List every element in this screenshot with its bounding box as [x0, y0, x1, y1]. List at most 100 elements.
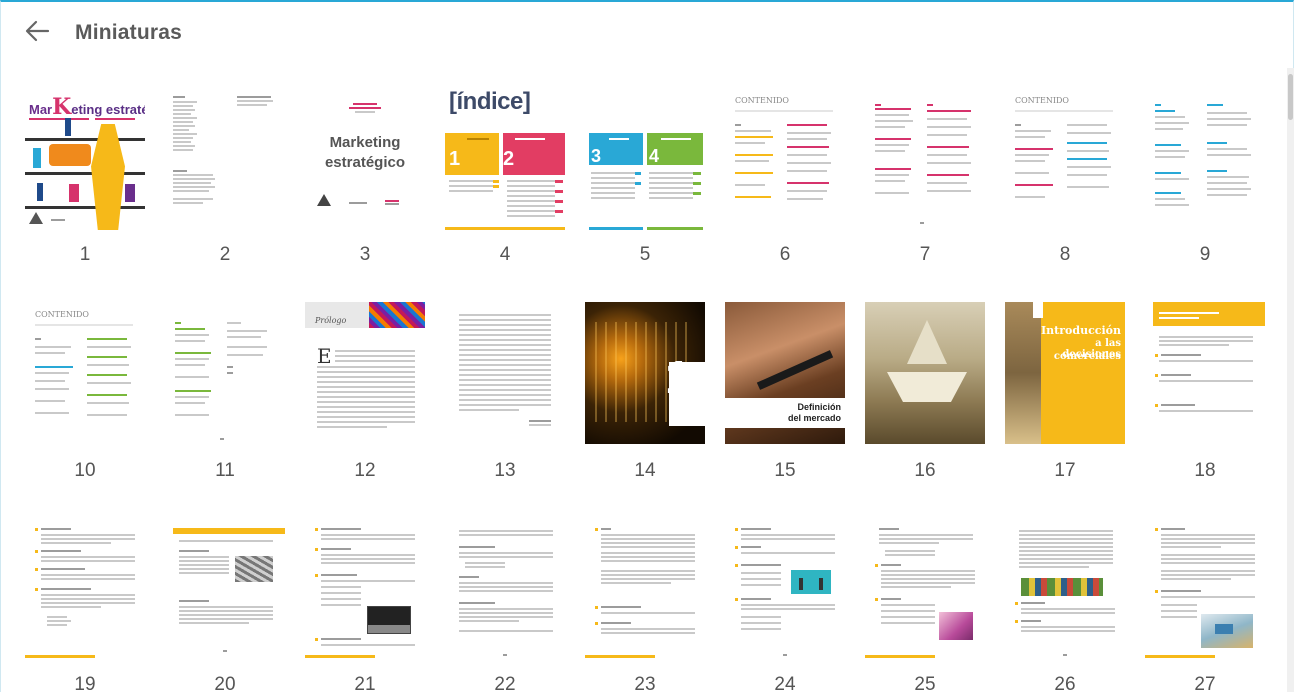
thumbnail-page-20[interactable]	[165, 520, 285, 662]
figure-element	[819, 578, 823, 590]
page-marker	[635, 182, 641, 185]
cover-title-k: K	[52, 94, 72, 120]
text-line	[41, 538, 135, 540]
page-footer-band	[305, 655, 375, 658]
text-line	[1207, 194, 1247, 196]
thumbnail-page-18[interactable]	[1145, 302, 1265, 444]
text-line	[1161, 604, 1197, 606]
thumbnail-page-19[interactable]	[25, 520, 145, 662]
text-line	[507, 205, 555, 207]
text-line	[173, 149, 193, 151]
cover-authors-2	[95, 118, 135, 120]
thumbnail-page-8[interactable]: CONTENIDO	[1005, 88, 1125, 230]
thumbnail-page-17[interactable]: Introducción a las decisiones comerciale…	[1005, 302, 1125, 444]
text-line	[1021, 602, 1045, 604]
rule	[1015, 110, 1113, 112]
text-line	[173, 170, 187, 172]
figure-photo	[939, 612, 973, 640]
thumbnail-page-15[interactable]: Definición del mercado	[725, 302, 845, 444]
bullet-marker	[735, 564, 738, 567]
text-line	[317, 381, 415, 383]
figure-element	[1215, 624, 1233, 634]
text-line	[173, 178, 215, 180]
header-pattern	[369, 302, 425, 328]
thumbnail-page-27[interactable]	[1145, 520, 1265, 662]
bullet-marker	[35, 550, 38, 553]
text-line	[459, 379, 551, 381]
text-line	[179, 572, 229, 574]
text-line	[741, 578, 781, 580]
thumbnail-page-10[interactable]: CONTENIDO	[25, 302, 145, 444]
text-line	[317, 391, 415, 393]
text-line	[1155, 104, 1161, 106]
drop-cap: E	[317, 344, 332, 368]
text-line	[741, 604, 835, 606]
chapter-title-line1: Introducción	[1041, 324, 1121, 337]
thumbnail-page-4[interactable]: [índice] 1 2	[445, 88, 565, 230]
thumbnail-page-22[interactable]	[445, 520, 565, 662]
text-line	[601, 560, 695, 562]
page-folio	[1063, 654, 1067, 656]
thumbnail-page-3[interactable]: Marketing estratégico	[305, 88, 425, 230]
text-line	[1207, 112, 1247, 114]
thumbnail-page-5[interactable]: 3 4	[585, 88, 705, 230]
text-line	[735, 154, 773, 156]
thumbnail-page-1[interactable]: MarKeting estratégico	[25, 88, 145, 230]
thumbnail-page-14[interactable]: 1	[585, 302, 705, 444]
text-line	[317, 386, 415, 388]
thumbnail-page-12[interactable]: Prólogo E	[305, 302, 425, 444]
text-line	[317, 376, 415, 378]
text-line	[41, 568, 85, 570]
thumbnail-page-26[interactable]	[1005, 520, 1125, 662]
thumbnail-page-21[interactable]	[305, 520, 425, 662]
text-line	[1155, 110, 1175, 112]
thumbnail-page-24[interactable]	[725, 520, 845, 662]
text-line	[875, 150, 905, 152]
text-line	[459, 556, 553, 558]
rule	[35, 324, 133, 326]
text-line	[87, 374, 127, 376]
thumbnail-page-7[interactable]	[865, 88, 985, 230]
text-line	[459, 586, 553, 588]
text-line	[881, 564, 901, 566]
text-line	[1159, 380, 1253, 382]
text-line	[927, 146, 969, 148]
text-line	[1019, 554, 1113, 556]
chapter-number: 1	[665, 351, 691, 403]
text-line	[335, 360, 415, 362]
text-line	[741, 572, 781, 574]
thumbnail-page-6[interactable]: CONTENIDO	[725, 88, 845, 230]
text-line	[1207, 170, 1227, 172]
page-number: 25	[914, 674, 936, 692]
text-line	[609, 138, 629, 140]
text-line	[601, 542, 695, 544]
text-line	[1021, 620, 1041, 622]
thumbnail-page-25[interactable]	[865, 520, 985, 662]
thumbnail-page-13[interactable]	[445, 302, 565, 444]
text-line	[41, 602, 135, 604]
page-number: 7	[919, 244, 931, 265]
text-line	[459, 339, 551, 341]
text-line	[173, 137, 193, 139]
text-line	[1159, 340, 1253, 342]
text-line	[321, 548, 351, 550]
text-line	[601, 578, 695, 580]
page-footer-band	[25, 655, 95, 658]
thumbnail-page-23[interactable]	[585, 520, 705, 662]
text-line	[1161, 570, 1255, 572]
laptop-photo	[367, 606, 411, 634]
text-line	[459, 319, 551, 321]
text-line	[735, 172, 773, 174]
thumbnail-page-2[interactable]	[165, 88, 285, 230]
text-line	[661, 138, 691, 140]
text-line	[173, 117, 197, 119]
text-line	[237, 96, 271, 98]
thumbnail-page-9[interactable]	[1145, 88, 1265, 230]
text-line	[1207, 124, 1247, 126]
thumbnail-page-16[interactable]	[865, 302, 985, 444]
page-footer-band	[647, 227, 703, 230]
text-line	[1161, 528, 1185, 530]
thumbnail-page-11[interactable]	[165, 302, 285, 444]
text-line	[601, 546, 695, 548]
thumbnail-grid: MarKeting estratégico 1	[0, 0, 1294, 692]
